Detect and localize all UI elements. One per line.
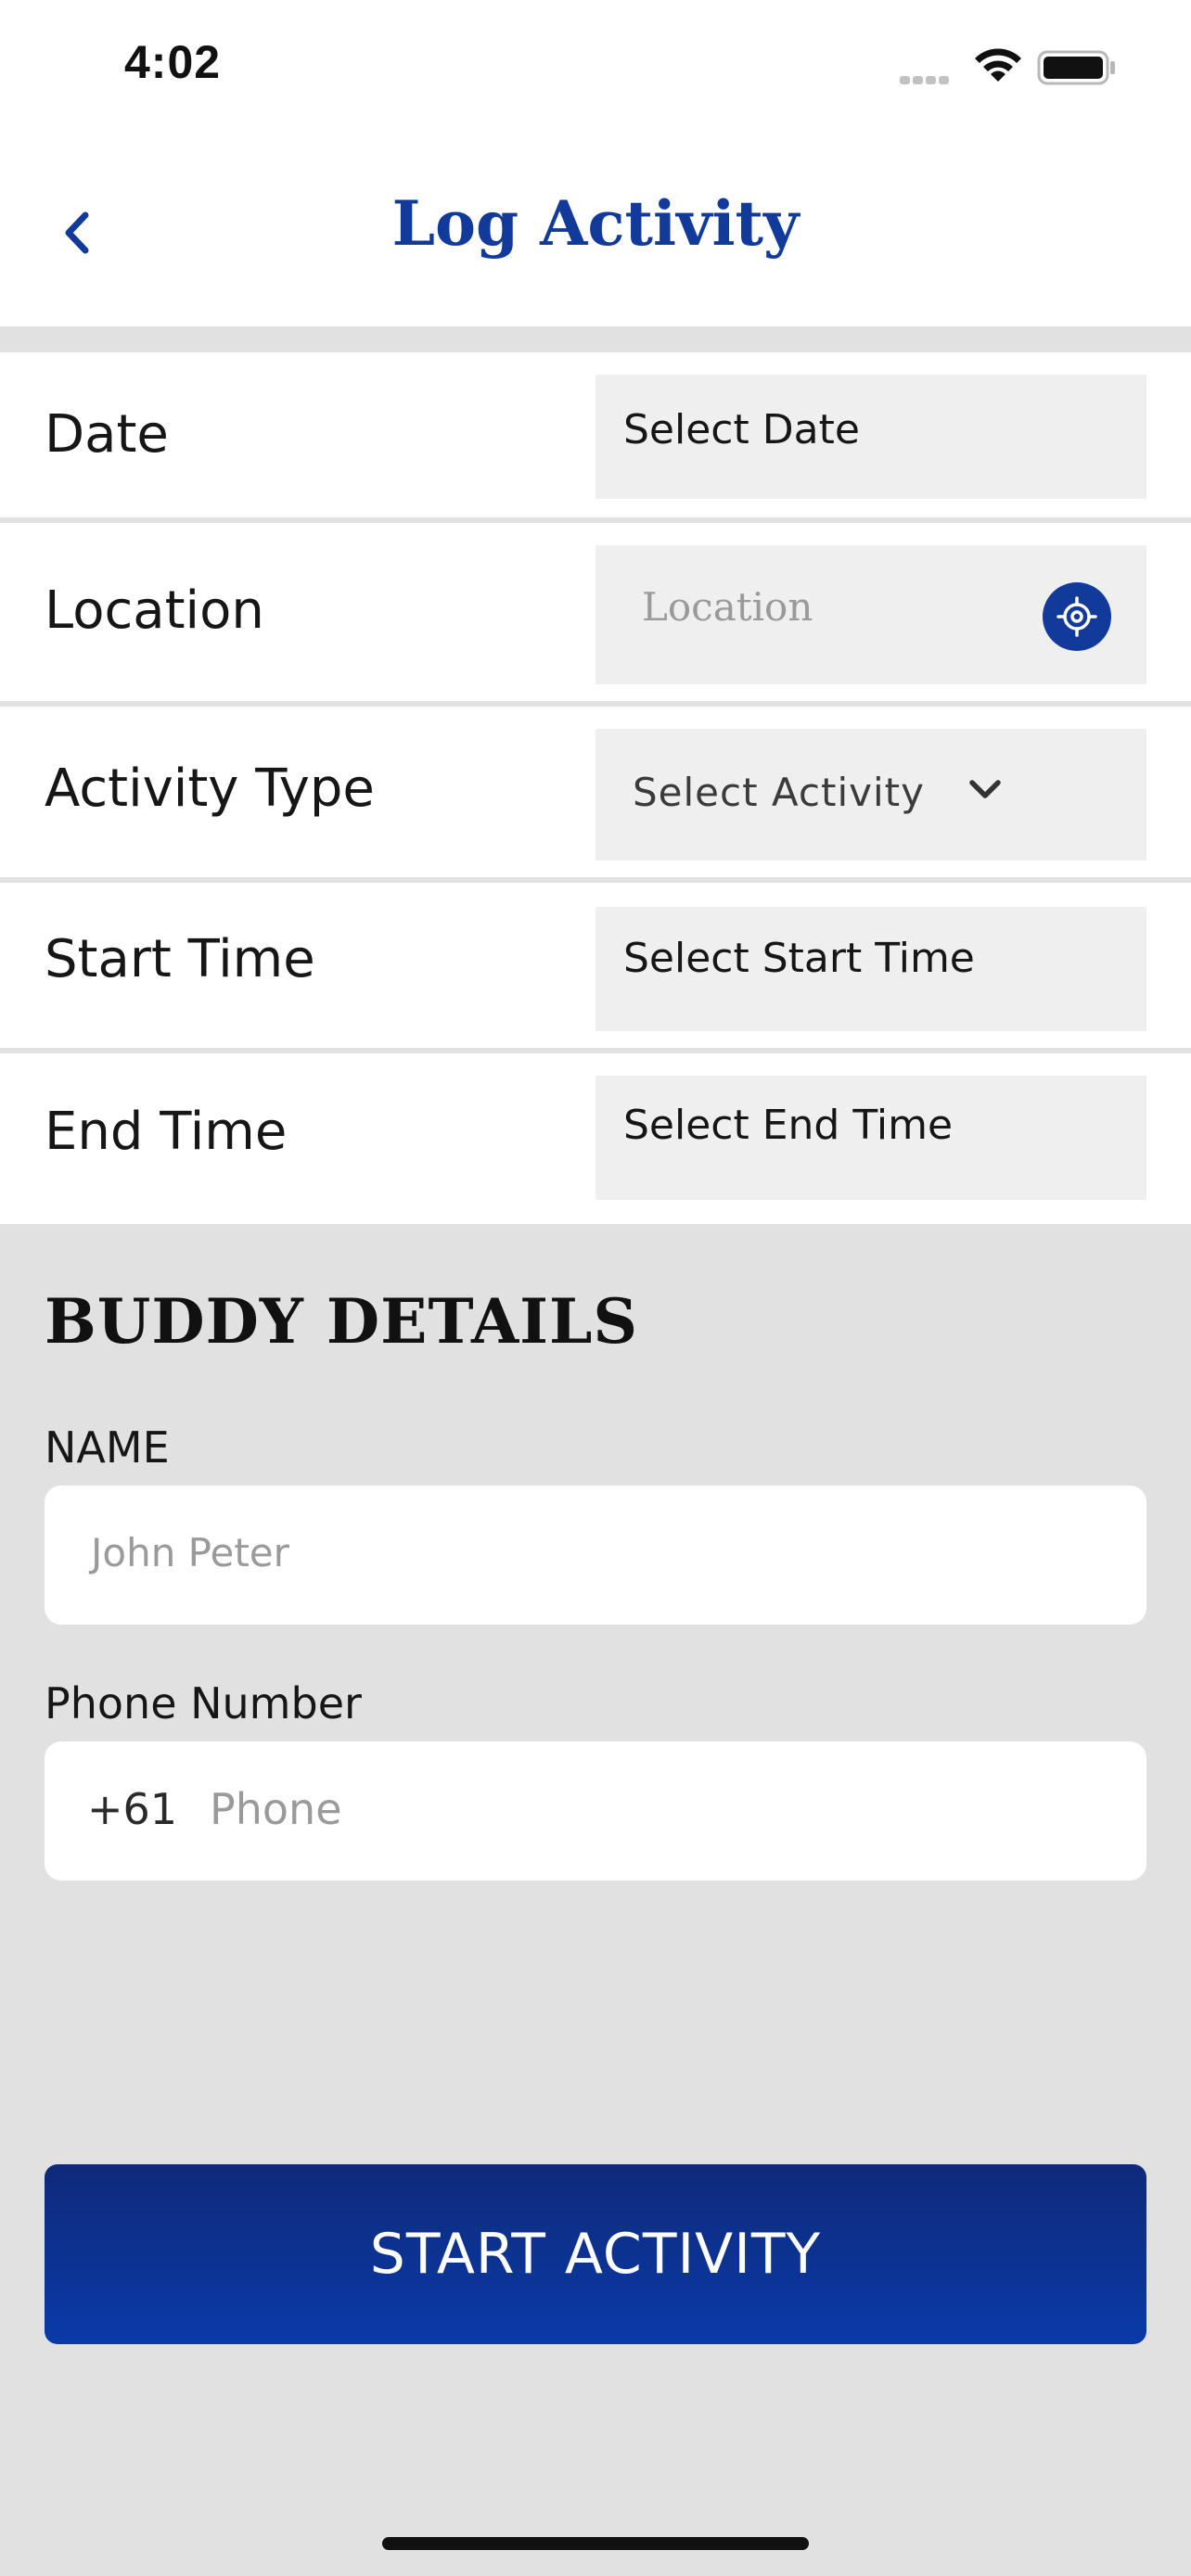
locate-button[interactable] [1043,582,1111,651]
end-time-label: End Time [45,1102,288,1162]
location-label: Location [45,580,264,641]
signal-icon [900,72,957,84]
name-label: NAME [45,1422,170,1473]
phone-label: Phone Number [45,1678,362,1728]
start-time-label: Start Time [45,929,315,989]
nav-bar: Log Activity [0,139,1191,326]
status-time: 4:02 [124,36,222,88]
wifi-icon [975,48,1021,82]
chevron-down-icon [969,780,1001,798]
section-title-buddy-details: BUDDY DETAILS [45,1285,639,1358]
form-row-date: Date Select Date [0,352,1191,517]
phone-placeholder: Phone [210,1784,342,1834]
country-code[interactable]: +61 [87,1784,177,1834]
start-time-picker[interactable]: Select Start Time [596,907,1146,1031]
page-title: Log Activity [391,187,800,260]
activity-type-label: Activity Type [45,759,375,819]
end-time-picker[interactable]: Select End Time [596,1076,1146,1200]
activity-type-select[interactable]: Select Activity [596,729,1146,861]
form-row-location: Location Location [0,523,1191,701]
location-placeholder: Location [642,584,813,630]
end-time-value: Select End Time [623,1102,954,1149]
location-input[interactable]: Location [596,545,1146,684]
name-input[interactable]: John Peter [45,1486,1146,1625]
battery-icon [1037,50,1115,85]
date-label: Date [45,404,169,465]
date-picker[interactable]: Select Date [596,375,1146,499]
start-activity-button[interactable]: START ACTIVITY [45,2164,1146,2344]
date-value: Select Date [623,406,860,453]
form-row-start-time: Start Time Select Start Time [0,883,1191,1048]
form-row-end-time: End Time Select End Time [0,1053,1191,1224]
home-indicator[interactable] [382,2537,809,2550]
status-bar: 4:02 [0,0,1191,139]
form-row-activity-type: Activity Type Select Activity [0,707,1191,877]
start-time-value: Select Start Time [623,935,975,982]
activity-type-value: Select Activity [633,770,925,815]
locate-icon [1057,596,1097,637]
divider [0,326,1191,352]
phone-input[interactable]: +61 Phone [45,1741,1146,1881]
name-placeholder: John Peter [91,1530,289,1575]
